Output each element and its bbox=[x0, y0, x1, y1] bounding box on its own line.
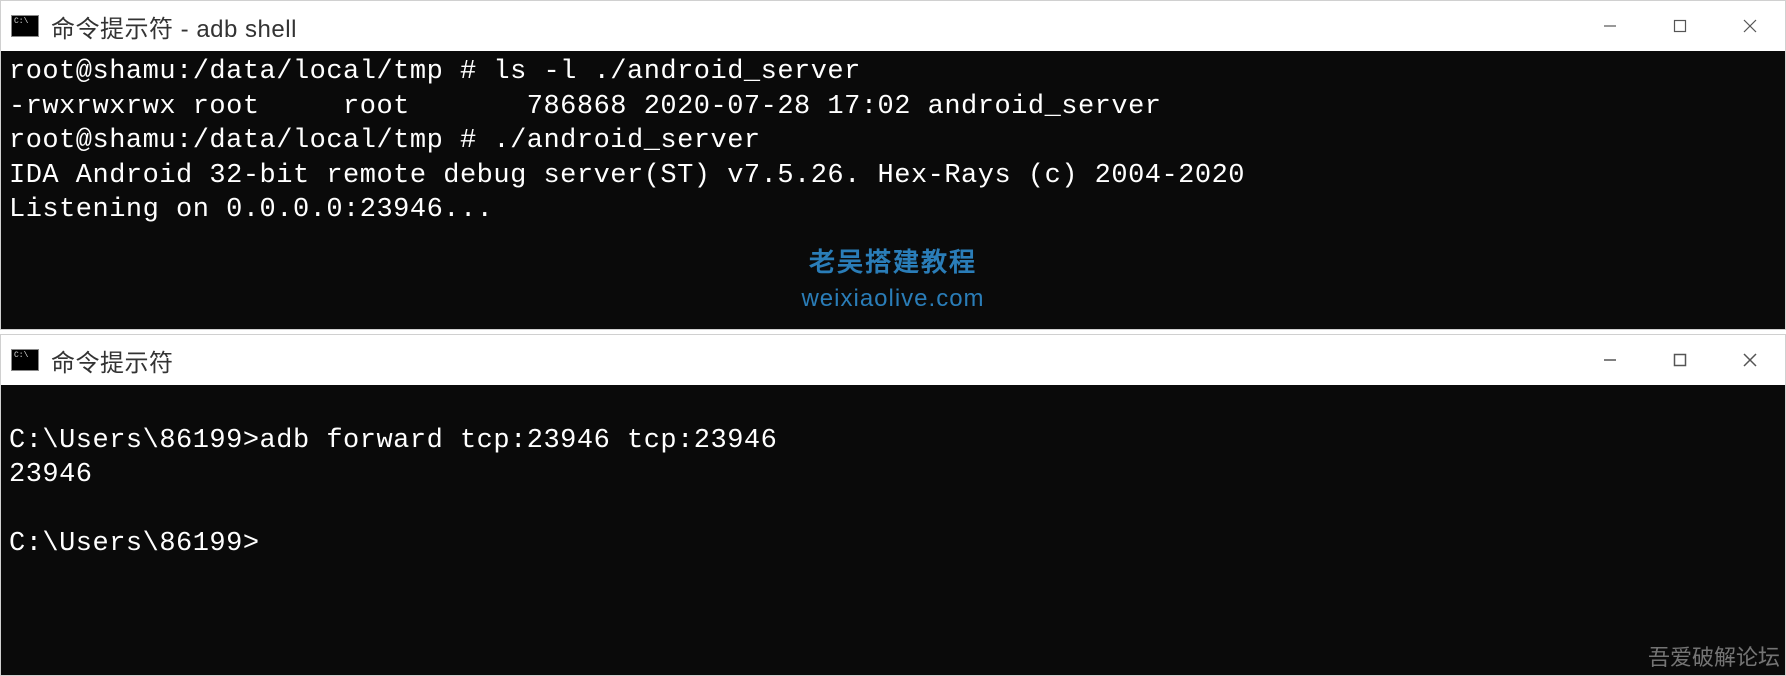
close-button[interactable] bbox=[1715, 335, 1785, 385]
close-icon bbox=[1742, 352, 1758, 368]
maximize-button[interactable] bbox=[1645, 335, 1715, 385]
window-title-1: 命令提示符 - adb shell bbox=[51, 9, 297, 44]
terminal-line: C:\Users\86199>adb forward tcp:23946 tcp… bbox=[9, 426, 777, 456]
window-title-2: 命令提示符 bbox=[51, 343, 174, 378]
cmd-icon bbox=[11, 349, 39, 371]
minimize-button[interactable] bbox=[1575, 1, 1645, 51]
terminal-line: root@shamu:/data/local/tmp # ./android_s… bbox=[9, 126, 761, 156]
terminal-line: 23946 bbox=[9, 460, 93, 490]
titlebar-1[interactable]: 命令提示符 - adb shell bbox=[1, 1, 1785, 51]
terminal-line: C:\Users\86199> bbox=[9, 529, 260, 559]
terminal-line: -rwxrwxrwx root root 786868 2020-07-28 1… bbox=[9, 92, 1161, 122]
terminal-output-1[interactable]: root@shamu:/data/local/tmp # ls -l ./and… bbox=[1, 51, 1785, 329]
terminal-line: root@shamu:/data/local/tmp # ls -l ./and… bbox=[9, 57, 861, 87]
terminal-line: IDA Android 32-bit remote debug server(S… bbox=[9, 161, 1245, 191]
terminal-window-2: 命令提示符 C:\Users\86199>adb forward tcp:239… bbox=[0, 334, 1786, 676]
corner-watermark: 吾爱破解论坛 bbox=[1648, 640, 1780, 672]
maximize-icon bbox=[1672, 18, 1688, 34]
minimize-button[interactable] bbox=[1575, 335, 1645, 385]
minimize-icon bbox=[1602, 352, 1618, 368]
terminal-output-2[interactable]: C:\Users\86199>adb forward tcp:23946 tcp… bbox=[1, 385, 1785, 675]
minimize-icon bbox=[1602, 18, 1618, 34]
maximize-icon bbox=[1672, 352, 1688, 368]
terminal-window-1: 命令提示符 - adb shell root@shamu:/data/local… bbox=[0, 0, 1786, 330]
window-controls-2 bbox=[1575, 335, 1785, 385]
close-icon bbox=[1742, 18, 1758, 34]
cmd-icon bbox=[11, 15, 39, 37]
terminal-line: Listening on 0.0.0.0:23946... bbox=[9, 195, 493, 225]
window-controls-1 bbox=[1575, 1, 1785, 51]
maximize-button[interactable] bbox=[1645, 1, 1715, 51]
close-button[interactable] bbox=[1715, 1, 1785, 51]
titlebar-2[interactable]: 命令提示符 bbox=[1, 335, 1785, 385]
